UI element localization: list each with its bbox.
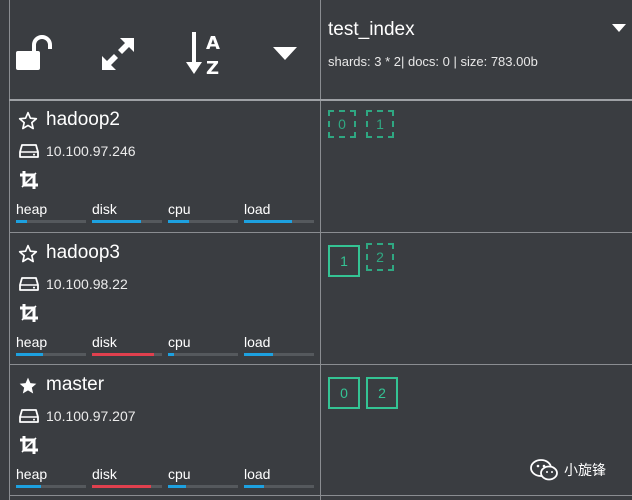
metric-label: cpu xyxy=(168,201,191,217)
unlock-icon[interactable] xyxy=(14,35,56,71)
metric-bar xyxy=(168,353,238,356)
metric-heap: heap xyxy=(16,466,86,488)
node-ip: 10.100.97.246 xyxy=(46,143,136,159)
metric-disk: disk xyxy=(92,334,162,356)
metric-label: disk xyxy=(92,201,117,217)
watermark-text: 小旋锋 xyxy=(564,462,606,478)
crop-icon[interactable] xyxy=(19,170,39,195)
metric-bar xyxy=(168,485,238,488)
sort-alpha-icon[interactable]: A Z xyxy=(186,30,226,78)
master-star-icon xyxy=(18,376,38,401)
shard-replica[interactable]: 1 xyxy=(366,110,394,138)
metric-fill xyxy=(168,220,189,223)
metric-fill xyxy=(92,220,141,223)
shard-replica[interactable]: 2 xyxy=(366,243,394,271)
column-divider xyxy=(320,0,321,500)
server-icon xyxy=(19,144,39,163)
caret-down-icon[interactable] xyxy=(273,47,297,61)
metric-heap: heap xyxy=(16,334,86,356)
metric-fill xyxy=(92,353,154,356)
sort-letter-a: A xyxy=(206,33,220,54)
metric-label: load xyxy=(244,466,271,482)
shard-primary[interactable]: 2 xyxy=(366,377,398,409)
shard-replica[interactable]: 0 xyxy=(328,110,356,138)
shard-primary[interactable]: 1 xyxy=(328,245,360,277)
metric-fill xyxy=(168,353,174,356)
shard-primary[interactable]: 0 xyxy=(328,377,360,409)
metric-fill xyxy=(16,353,43,356)
metric-bar xyxy=(16,353,86,356)
metric-bar xyxy=(92,353,162,356)
metric-label: heap xyxy=(16,466,48,482)
metric-cpu: cpu xyxy=(168,466,238,488)
metric-bar xyxy=(244,353,314,356)
metric-bar xyxy=(244,220,314,223)
metric-load: load xyxy=(244,466,314,488)
node-row-master: master 10.100.97.207 heap disk cpu load xyxy=(10,365,320,496)
node-name[interactable]: hadoop2 xyxy=(46,109,120,131)
metric-fill xyxy=(244,485,264,488)
metric-disk: disk xyxy=(92,201,162,223)
metric-fill xyxy=(16,220,27,223)
index-menu-caret-icon[interactable] xyxy=(612,20,626,38)
star-icon xyxy=(18,111,38,136)
metric-fill xyxy=(168,485,186,488)
crop-icon[interactable] xyxy=(19,303,39,328)
metric-label: cpu xyxy=(168,466,191,482)
metric-label: load xyxy=(244,201,271,217)
node-row-hadoop3: hadoop3 10.100.98.22 heap disk cpu load xyxy=(10,233,320,364)
metric-bar xyxy=(16,220,86,223)
node-name[interactable]: master xyxy=(46,374,104,396)
sort-letter-z: Z xyxy=(206,58,219,78)
wechat-icon xyxy=(530,459,558,481)
metric-label: cpu xyxy=(168,334,191,350)
metric-cpu: cpu xyxy=(168,334,238,356)
metric-bar xyxy=(16,485,86,488)
metric-bar xyxy=(168,220,238,223)
metric-load: load xyxy=(244,334,314,356)
metric-bar xyxy=(244,485,314,488)
star-icon xyxy=(18,244,38,269)
cluster-overview-panel: A Z test_index shards: 3 * 2| docs: 0 | … xyxy=(0,0,632,500)
metric-label: heap xyxy=(16,201,48,217)
metric-heap: heap xyxy=(16,201,86,223)
expand-icon[interactable] xyxy=(100,36,136,72)
node-row-hadoop2: hadoop2 10.100.97.246 heap disk cpu load xyxy=(10,100,320,231)
index-stats: shards: 3 * 2| docs: 0 | size: 783.00b xyxy=(328,54,538,69)
metric-label: disk xyxy=(92,466,117,482)
metric-fill xyxy=(244,353,273,356)
metric-fill xyxy=(244,220,292,223)
metric-bar xyxy=(92,220,162,223)
metric-disk: disk xyxy=(92,466,162,488)
metric-fill xyxy=(92,485,151,488)
server-icon xyxy=(19,409,39,428)
crop-icon[interactable] xyxy=(19,435,39,460)
metric-label: load xyxy=(244,334,271,350)
watermark: 小旋锋 xyxy=(530,458,606,482)
metric-fill xyxy=(16,485,41,488)
index-name[interactable]: test_index xyxy=(328,19,415,41)
metric-label: disk xyxy=(92,334,117,350)
node-name[interactable]: hadoop3 xyxy=(46,242,120,264)
metric-label: heap xyxy=(16,334,48,350)
metric-cpu: cpu xyxy=(168,201,238,223)
metric-load: load xyxy=(244,201,314,223)
node-ip: 10.100.97.207 xyxy=(46,408,136,424)
metric-bar xyxy=(92,485,162,488)
server-icon xyxy=(19,277,39,296)
node-ip: 10.100.98.22 xyxy=(46,276,128,292)
